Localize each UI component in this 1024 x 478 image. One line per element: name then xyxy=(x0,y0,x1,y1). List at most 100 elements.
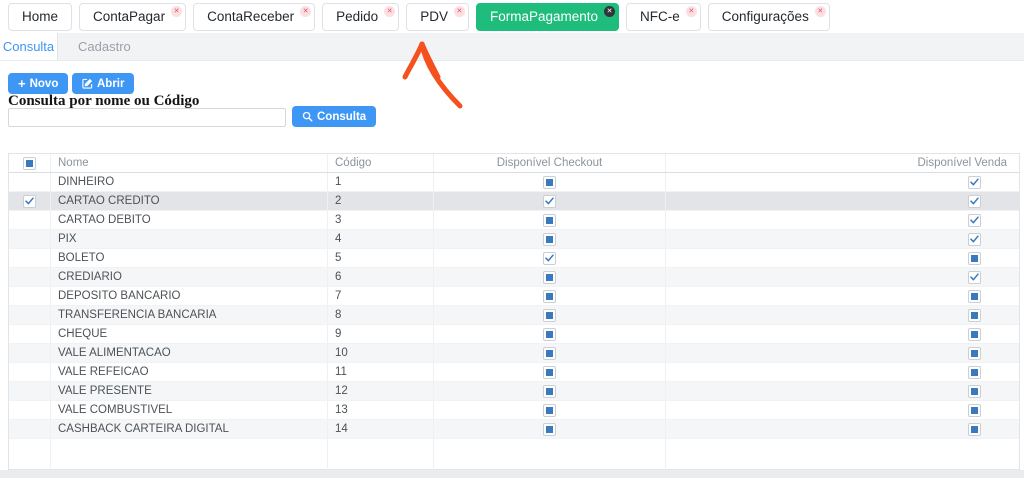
row-disponivel-checkout-cell[interactable] xyxy=(434,249,666,268)
table-row[interactable]: CHEQUE9 xyxy=(9,325,1019,344)
row-disponivel-venda-cell[interactable] xyxy=(666,401,1019,420)
close-tab-icon[interactable]: ✕ xyxy=(171,6,182,17)
novo-button[interactable]: + Novo xyxy=(8,73,68,94)
row-select-cell[interactable] xyxy=(9,306,51,325)
tab-label: NFC-e xyxy=(640,9,680,24)
table-row[interactable]: CREDIARIO6 xyxy=(9,268,1019,287)
row-select-cell[interactable] xyxy=(9,192,51,211)
table-row[interactable]: CARTAO CREDITO2 xyxy=(9,192,1019,211)
row-disponivel-venda-cell[interactable] xyxy=(666,173,1019,192)
row-codigo: 13 xyxy=(328,401,434,420)
row-disponivel-checkout-cell[interactable] xyxy=(434,401,666,420)
main-tab-pedido[interactable]: Pedido✕ xyxy=(322,3,399,31)
row-disponivel-checkout-cell[interactable] xyxy=(434,268,666,287)
column-header-codigo[interactable]: Código xyxy=(328,154,434,172)
row-nome: DEPOSITO BANCARIO xyxy=(51,287,328,306)
column-header-disponivel-checkout[interactable]: Disponível Checkout xyxy=(434,154,666,172)
table-row[interactable]: CARTAO DEBITO3 xyxy=(9,211,1019,230)
row-disponivel-checkout-cell[interactable] xyxy=(434,211,666,230)
row-disponivel-venda-cell[interactable] xyxy=(666,287,1019,306)
search-input[interactable] xyxy=(8,108,286,127)
table-row[interactable]: VALE ALIMENTACAO10 xyxy=(9,344,1019,363)
close-tab-icon[interactable]: ✕ xyxy=(300,6,311,17)
row-disponivel-venda-cell[interactable] xyxy=(666,382,1019,401)
row-select-cell[interactable] xyxy=(9,268,51,287)
main-tab-home[interactable]: Home xyxy=(8,3,72,31)
checkbox-square-icon xyxy=(543,328,556,341)
row-disponivel-checkout-cell[interactable] xyxy=(434,230,666,249)
checkbox-square-icon xyxy=(968,347,981,360)
table-row[interactable]: CASHBACK CARTEIRA DIGITAL14 xyxy=(9,420,1019,439)
table-row[interactable]: TRANSFERENCIA BANCARIA8 xyxy=(9,306,1019,325)
table-row[interactable]: BOLETO5 xyxy=(9,249,1019,268)
row-select-cell[interactable] xyxy=(9,173,51,192)
close-tab-icon[interactable]: ✕ xyxy=(384,6,395,17)
row-disponivel-venda-cell[interactable] xyxy=(666,420,1019,439)
row-disponivel-checkout-cell[interactable] xyxy=(434,363,666,382)
row-disponivel-checkout-cell[interactable] xyxy=(434,306,666,325)
row-disponivel-checkout-cell[interactable] xyxy=(434,382,666,401)
row-select-cell[interactable] xyxy=(9,344,51,363)
main-tab-contapagar[interactable]: ContaPagar✕ xyxy=(79,3,186,31)
main-tab-contareceber[interactable]: ContaReceber✕ xyxy=(193,3,315,31)
pencil-square-icon xyxy=(82,78,93,89)
checkbox-check-icon xyxy=(968,271,981,284)
checkbox-square-icon xyxy=(543,233,556,246)
table-row[interactable]: DEPOSITO BANCARIO7 xyxy=(9,287,1019,306)
row-disponivel-checkout-cell[interactable] xyxy=(434,325,666,344)
row-disponivel-venda-cell[interactable] xyxy=(666,268,1019,287)
row-disponivel-venda-cell[interactable] xyxy=(666,211,1019,230)
column-header-nome[interactable]: Nome xyxy=(51,154,328,172)
row-codigo: 4 xyxy=(328,230,434,249)
table-row[interactable]: VALE REFEICAO11 xyxy=(9,363,1019,382)
row-disponivel-venda-cell[interactable] xyxy=(666,306,1019,325)
main-tab-pdv[interactable]: PDV✕ xyxy=(406,3,469,31)
main-tab-formapagamento[interactable]: FormaPagamento✕ xyxy=(476,3,619,31)
table-empty-area xyxy=(9,439,1019,470)
row-disponivel-checkout-cell[interactable] xyxy=(434,420,666,439)
consulta-button-label: Consulta xyxy=(317,111,366,123)
row-disponivel-checkout-cell[interactable] xyxy=(434,344,666,363)
main-tab-configura-es[interactable]: Configurações✕ xyxy=(708,3,830,31)
row-select-cell[interactable] xyxy=(9,382,51,401)
table-row[interactable]: DINHEIRO1 xyxy=(9,173,1019,192)
row-disponivel-venda-cell[interactable] xyxy=(666,344,1019,363)
main-tab-nfc-e[interactable]: NFC-e ✕ xyxy=(626,3,701,31)
row-disponivel-venda-cell[interactable] xyxy=(666,192,1019,211)
row-codigo: 12 xyxy=(328,382,434,401)
row-select-cell[interactable] xyxy=(9,363,51,382)
table-row[interactable]: VALE COMBUSTIVEL13 xyxy=(9,401,1019,420)
close-tab-icon[interactable]: ✕ xyxy=(454,6,465,17)
checkbox-check-icon xyxy=(543,252,556,265)
close-tab-icon[interactable]: ✕ xyxy=(604,6,615,17)
row-selected-check-icon xyxy=(23,195,36,208)
table-row[interactable]: PIX4 xyxy=(9,230,1019,249)
row-disponivel-venda-cell[interactable] xyxy=(666,363,1019,382)
row-disponivel-checkout-cell[interactable] xyxy=(434,287,666,306)
row-disponivel-venda-cell[interactable] xyxy=(666,230,1019,249)
tab-cadastro[interactable]: Cadastro xyxy=(78,33,131,60)
close-tab-icon[interactable]: ✕ xyxy=(815,6,826,17)
row-select-cell[interactable] xyxy=(9,230,51,249)
row-disponivel-venda-cell[interactable] xyxy=(666,249,1019,268)
select-all-checkbox[interactable] xyxy=(9,154,51,172)
row-select-cell[interactable] xyxy=(9,401,51,420)
row-select-cell[interactable] xyxy=(9,287,51,306)
close-tab-icon[interactable]: ✕ xyxy=(686,6,697,17)
row-nome: VALE REFEICAO xyxy=(51,363,328,382)
checkbox-square-icon xyxy=(543,423,556,436)
abrir-button[interactable]: Abrir xyxy=(72,73,134,94)
row-select-cell[interactable] xyxy=(9,249,51,268)
checkbox-square-icon xyxy=(968,328,981,341)
row-select-cell[interactable] xyxy=(9,325,51,344)
row-select-cell[interactable] xyxy=(9,211,51,230)
row-disponivel-checkout-cell[interactable] xyxy=(434,192,666,211)
consulta-button[interactable]: Consulta xyxy=(292,106,376,127)
row-select-cell[interactable] xyxy=(9,420,51,439)
table-row[interactable]: VALE PRESENTE12 xyxy=(9,382,1019,401)
row-disponivel-venda-cell[interactable] xyxy=(666,325,1019,344)
tab-consulta[interactable]: Consulta xyxy=(0,33,58,60)
column-header-disponivel-venda[interactable]: Disponível Venda xyxy=(666,154,1019,172)
app-window: HomeContaPagar✕ContaReceber✕Pedido✕PDV✕F… xyxy=(0,0,1024,478)
row-disponivel-checkout-cell[interactable] xyxy=(434,173,666,192)
